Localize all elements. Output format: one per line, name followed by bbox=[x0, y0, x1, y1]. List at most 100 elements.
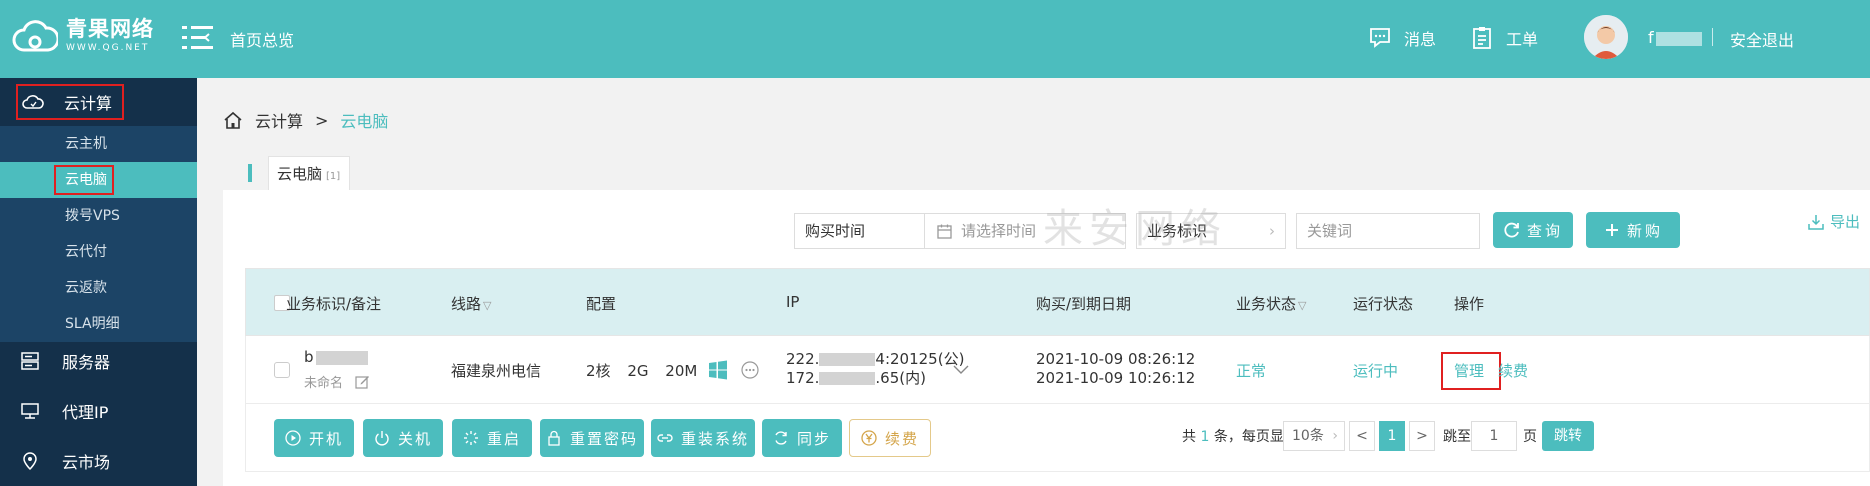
sidebar-item-cloud-payment[interactable]: 云代付 bbox=[0, 234, 197, 270]
cloud-pc-table: 业务标识/备注 线路 ▽ 配置 IP 购买/到期日期 业务状态 ▽ 运行状态 操作 … bbox=[245, 268, 1870, 472]
restart-button[interactable]: 重启 bbox=[452, 419, 532, 457]
goto-button[interactable]: 跳转 bbox=[1542, 421, 1594, 451]
run-status: 运行中 bbox=[1353, 362, 1399, 380]
spinner-icon bbox=[463, 431, 478, 445]
sidebar-item-dial-vps[interactable]: 拨号VPS bbox=[0, 198, 197, 234]
manage-link[interactable]: 管理 bbox=[1454, 360, 1484, 381]
page-1-button[interactable]: 1 bbox=[1379, 421, 1405, 451]
clipboard-icon bbox=[1473, 27, 1491, 49]
tickets-label: 工单 bbox=[1506, 30, 1539, 49]
sidebar: 云计算 云主机 云电脑 拨号VPS 云代付 云返款 SLA明细 服务器 代理IP… bbox=[0, 78, 197, 486]
ip-private-suffix: .65(内) bbox=[875, 369, 926, 387]
user-avatar[interactable] bbox=[1584, 15, 1628, 59]
username-text: f bbox=[1648, 28, 1654, 47]
plus-icon bbox=[1605, 224, 1618, 236]
sidebar-item-label: 服务器 bbox=[62, 353, 111, 372]
restart-label: 重启 bbox=[486, 429, 521, 448]
reset-password-button[interactable]: 重置密码 bbox=[540, 419, 644, 457]
renew-link[interactable]: 续费 bbox=[1498, 360, 1528, 381]
dates: 2021-10-09 08:26:12 2021-10-09 10:26:12 bbox=[1036, 350, 1195, 388]
sidebar-item-label: 云市场 bbox=[62, 453, 111, 472]
user-avatar-icon bbox=[1584, 15, 1628, 59]
config: 2核 2G 20M bbox=[586, 360, 759, 381]
biz-status: 正常 bbox=[1236, 362, 1267, 380]
biz-tag-select[interactable]: 业务标识 › bbox=[1136, 213, 1286, 249]
home-overview-link[interactable]: 首页总览 bbox=[230, 27, 294, 51]
tab-cloud-pc[interactable]: 云电脑 [1] bbox=[268, 156, 350, 190]
more-icon[interactable] bbox=[741, 361, 759, 379]
keyword-placeholder: 关键词 bbox=[1307, 222, 1353, 240]
header-config: 配置 bbox=[586, 295, 617, 313]
header-biz-id: 业务标识/备注 bbox=[286, 295, 382, 313]
sidebar-item-proxy-ip[interactable]: 代理IP bbox=[0, 386, 197, 436]
biz-tag-label: 业务标识 bbox=[1147, 222, 1208, 240]
header-divider bbox=[1712, 28, 1713, 46]
row-checkbox[interactable] bbox=[274, 362, 290, 378]
sidebar-item-cloud-compute[interactable]: 云计算 bbox=[16, 84, 124, 120]
goto-page-input[interactable]: 1 bbox=[1471, 421, 1517, 451]
sidebar-item-cloud-pc[interactable]: 云电脑 bbox=[0, 162, 197, 198]
renew-button[interactable]: 续费 bbox=[849, 419, 931, 457]
date-picker-input[interactable]: 请选择时间 bbox=[924, 213, 1126, 249]
list-panel: 购买时间 请选择时间 业务标识 › 关键词 查询 新购 导出 来安网络 业务标识… bbox=[223, 190, 1870, 486]
remark-text: 未命名 bbox=[304, 376, 344, 391]
sidebar-item-label: 代理IP bbox=[62, 403, 109, 422]
chevron-down-icon[interactable] bbox=[952, 364, 970, 376]
cloud-icon bbox=[22, 95, 44, 109]
breadcrumb-current: 云电脑 bbox=[340, 112, 389, 131]
breadcrumb-root[interactable]: 云计算 bbox=[255, 108, 303, 132]
buy-date: 2021-10-09 08:26:12 bbox=[1036, 350, 1196, 368]
remark: 未命名 bbox=[304, 372, 370, 391]
date-placeholder: 请选择时间 bbox=[961, 222, 1037, 240]
query-button[interactable]: 查询 bbox=[1493, 212, 1573, 248]
refresh-icon bbox=[1504, 222, 1519, 238]
message-icon bbox=[1370, 28, 1390, 48]
line: 福建泉州电信 bbox=[451, 362, 542, 380]
monitor-icon bbox=[21, 403, 39, 419]
play-icon bbox=[285, 430, 301, 446]
sidebar-item-servers[interactable]: 服务器 bbox=[0, 336, 197, 386]
prev-page-button[interactable]: < bbox=[1349, 421, 1375, 451]
username[interactable]: f bbox=[1648, 28, 1702, 47]
header-biz-status[interactable]: 业务状态 ▽ bbox=[1236, 293, 1306, 314]
ip-public: 222. 4:20125(公) bbox=[786, 350, 964, 369]
renew-label: 续费 bbox=[884, 429, 919, 448]
breadcrumb-separator: > bbox=[315, 110, 329, 130]
messages-link[interactable]: 消息 bbox=[1368, 26, 1436, 50]
ip-addresses: 222. 4:20125(公) 172. .65(内) bbox=[786, 350, 964, 388]
link-icon bbox=[657, 434, 673, 442]
home-icon[interactable] bbox=[223, 110, 243, 130]
new-purchase-button[interactable]: 新购 bbox=[1586, 212, 1680, 248]
edit-icon[interactable] bbox=[355, 374, 370, 389]
sidebar-item-cloud-host[interactable]: 云主机 bbox=[0, 126, 197, 162]
sync-button[interactable]: 同步 bbox=[762, 419, 842, 457]
sync-label: 同步 bbox=[796, 429, 831, 448]
biz-id-text: b bbox=[304, 348, 314, 366]
sidebar-item-cloud-refund[interactable]: 云返款 bbox=[0, 270, 197, 306]
power-off-label: 关机 bbox=[397, 429, 432, 448]
total-prefix: 共 bbox=[1182, 429, 1196, 445]
power-on-button[interactable]: 开机 bbox=[274, 419, 354, 457]
keyword-input[interactable]: 关键词 bbox=[1296, 213, 1480, 249]
tab-count: [1] bbox=[326, 171, 341, 182]
next-page-button[interactable]: > bbox=[1409, 421, 1435, 451]
redacted-block bbox=[819, 353, 876, 366]
calendar-icon bbox=[937, 224, 952, 239]
logout-link[interactable]: 安全退出 bbox=[1730, 27, 1794, 51]
power-off-button[interactable]: 关机 bbox=[363, 419, 443, 457]
header-line[interactable]: 线路 ▽ bbox=[451, 293, 491, 314]
menu-toggle-icon[interactable] bbox=[182, 25, 214, 51]
filter-icon: ▽ bbox=[1298, 299, 1307, 312]
tickets-link[interactable]: 工单 bbox=[1470, 26, 1538, 50]
top-header: 青果网络 WWW.QG.NET 首页总览 消息 工单 f 安全退出 bbox=[0, 0, 1870, 78]
sidebar-item-cloud-market[interactable]: 云市场 bbox=[0, 436, 197, 486]
reinstall-button[interactable]: 重装系统 bbox=[651, 419, 755, 457]
export-link[interactable]: 导出 bbox=[1808, 211, 1860, 232]
table-header: 业务标识/备注 线路 ▽ 配置 IP 购买/到期日期 业务状态 ▽ 运行状态 操作 bbox=[245, 268, 1870, 336]
reset-password-label: 重置密码 bbox=[569, 429, 638, 448]
logo-main-text: 青果网络 bbox=[66, 17, 154, 41]
sidebar-item-label: 云电脑 bbox=[54, 165, 114, 195]
page-size-select[interactable]: 10条 › bbox=[1283, 421, 1345, 451]
header-ip: IP bbox=[786, 293, 800, 311]
logo[interactable]: 青果网络 WWW.QG.NET bbox=[12, 16, 154, 56]
